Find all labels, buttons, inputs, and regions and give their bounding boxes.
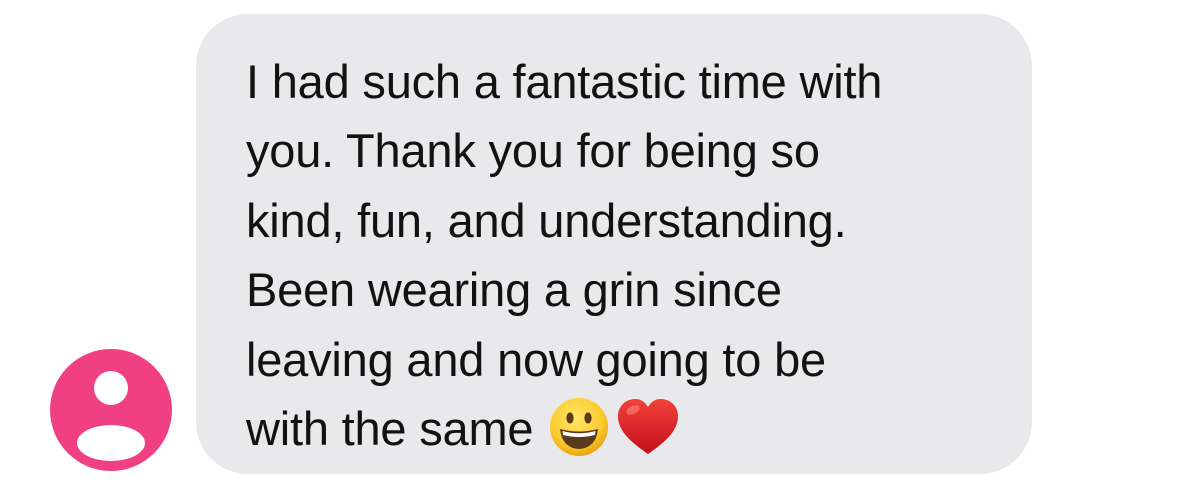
grinning-face-icon <box>550 397 609 456</box>
person-icon <box>77 371 145 461</box>
message-line: Been wearing a grin since <box>246 263 782 317</box>
message-line-last: with the same <box>246 394 1002 465</box>
message-line: leaving and now going to be <box>246 332 826 386</box>
message-text: with the same <box>246 402 534 456</box>
message-line: you. Thank you for being so <box>246 124 820 178</box>
avatar[interactable] <box>50 349 172 471</box>
message-line: kind, fun, and understanding. <box>246 193 847 247</box>
red-heart-icon <box>618 398 679 454</box>
emoji-group <box>547 395 681 459</box>
message-bubble[interactable]: I had such a fantastic time with you. Th… <box>196 14 1032 474</box>
message-line: I had such a fantastic time with <box>246 55 883 108</box>
